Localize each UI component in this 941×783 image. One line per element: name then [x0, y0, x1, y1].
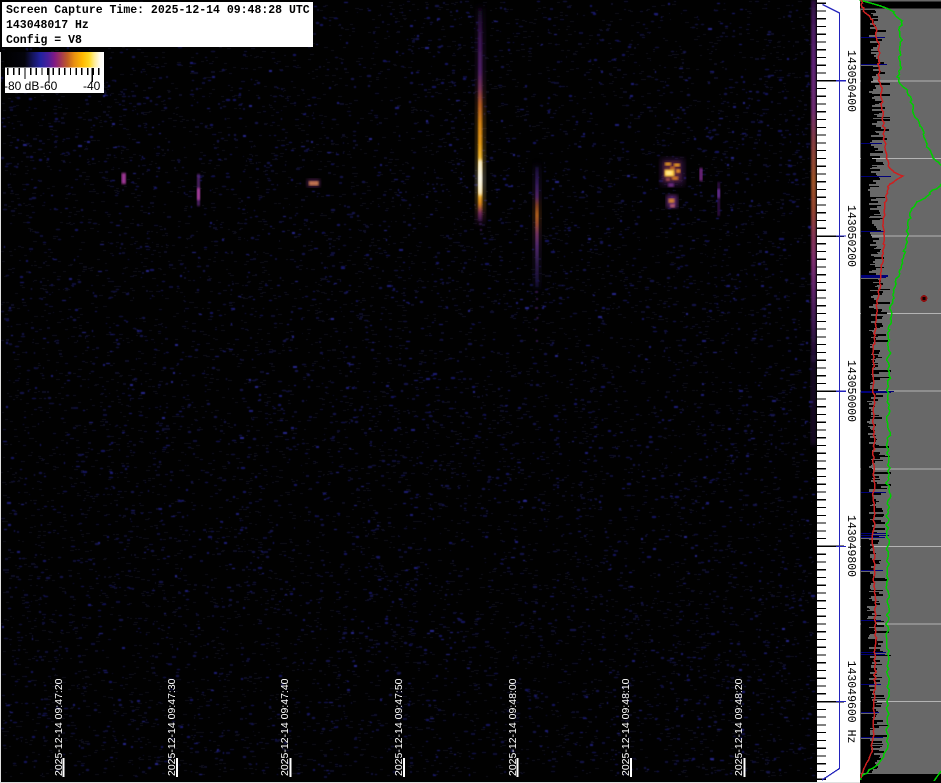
svg-text:2025-12-14 09:47:20: 2025-12-14 09:47:20 [53, 678, 65, 776]
svg-text:2025-12-14 09:47:50: 2025-12-14 09:47:50 [393, 678, 405, 776]
svg-text:143050400: 143050400 [844, 50, 857, 112]
svg-text:2025-12-14 09:48:00: 2025-12-14 09:48:00 [507, 678, 519, 776]
svg-text:2025-12-14 09:48:20: 2025-12-14 09:48:20 [733, 678, 745, 776]
svg-text:2025-12-14 09:48:10: 2025-12-14 09:48:10 [620, 678, 632, 776]
svg-text:143050200: 143050200 [844, 205, 857, 267]
svg-text:143049600 Hz: 143049600 Hz [844, 661, 857, 744]
svg-text:143049800: 143049800 [844, 515, 857, 577]
svg-text:143050000: 143050000 [844, 360, 857, 422]
svg-text:2025-12-14 09:47:40: 2025-12-14 09:47:40 [279, 678, 291, 776]
svg-text:2025-12-14 09:47:30: 2025-12-14 09:47:30 [166, 678, 178, 776]
